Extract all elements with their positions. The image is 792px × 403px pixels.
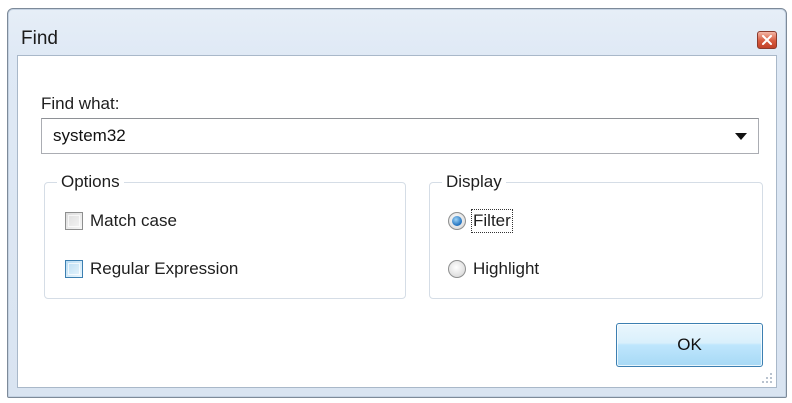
highlight-label[interactable]: Highlight — [473, 259, 539, 279]
dialog-body: Find what: Options Match case Regular Ex… — [17, 55, 777, 388]
match-case-checkbox[interactable] — [65, 212, 83, 230]
dialog-title: Find — [21, 28, 58, 49]
regular-expression-option[interactable]: Regular Expression — [65, 259, 238, 279]
find-dialog: Find Find what: Options Match case Regul… — [7, 8, 787, 398]
filter-label[interactable]: Filter — [471, 209, 513, 233]
regular-expression-checkbox[interactable] — [65, 260, 83, 278]
match-case-option[interactable]: Match case — [65, 211, 177, 231]
filter-radio[interactable] — [448, 212, 466, 230]
ok-button[interactable]: OK — [616, 323, 763, 367]
resize-grip-icon[interactable] — [759, 370, 773, 384]
match-case-label[interactable]: Match case — [90, 211, 177, 231]
options-group: Options Match case Regular Expression — [44, 172, 406, 299]
chevron-down-icon[interactable] — [735, 133, 747, 140]
display-group: Display Filter Highlight — [429, 172, 763, 299]
find-what-input[interactable] — [42, 119, 722, 153]
close-button[interactable] — [757, 31, 777, 49]
find-what-label: Find what: — [41, 94, 120, 113]
close-icon — [762, 35, 772, 45]
title-bar[interactable]: Find — [8, 9, 786, 55]
find-what-combobox[interactable] — [41, 118, 759, 154]
options-legend: Options — [57, 172, 124, 192]
display-legend: Display — [442, 172, 506, 192]
highlight-radio[interactable] — [448, 260, 466, 278]
filter-option[interactable]: Filter — [448, 209, 513, 233]
highlight-option[interactable]: Highlight — [448, 259, 539, 279]
regular-expression-label[interactable]: Regular Expression — [90, 259, 238, 279]
